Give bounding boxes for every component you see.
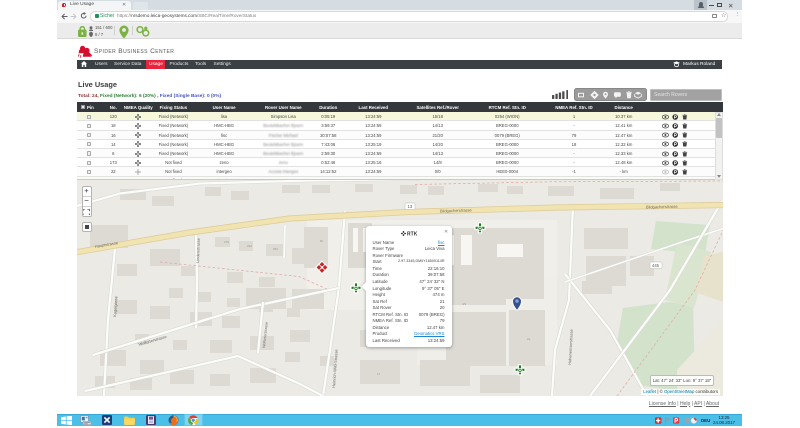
svg-text:2a: 2a bbox=[527, 337, 531, 341]
svg-text:Lindenstrasse: Lindenstrasse bbox=[195, 237, 201, 263]
svg-text:276: 276 bbox=[224, 240, 229, 244]
svg-text:445: 445 bbox=[652, 263, 660, 268]
svg-text:17: 17 bbox=[377, 372, 381, 376]
svg-text:Bildgacherstrasse: Bildgacherstrasse bbox=[646, 203, 679, 209]
svg-text:4/3: 4/3 bbox=[462, 302, 467, 306]
svg-text:13: 13 bbox=[408, 204, 413, 209]
svg-text:252: 252 bbox=[273, 247, 278, 251]
svg-text:8c: 8c bbox=[320, 239, 324, 243]
svg-text:292: 292 bbox=[247, 244, 252, 248]
